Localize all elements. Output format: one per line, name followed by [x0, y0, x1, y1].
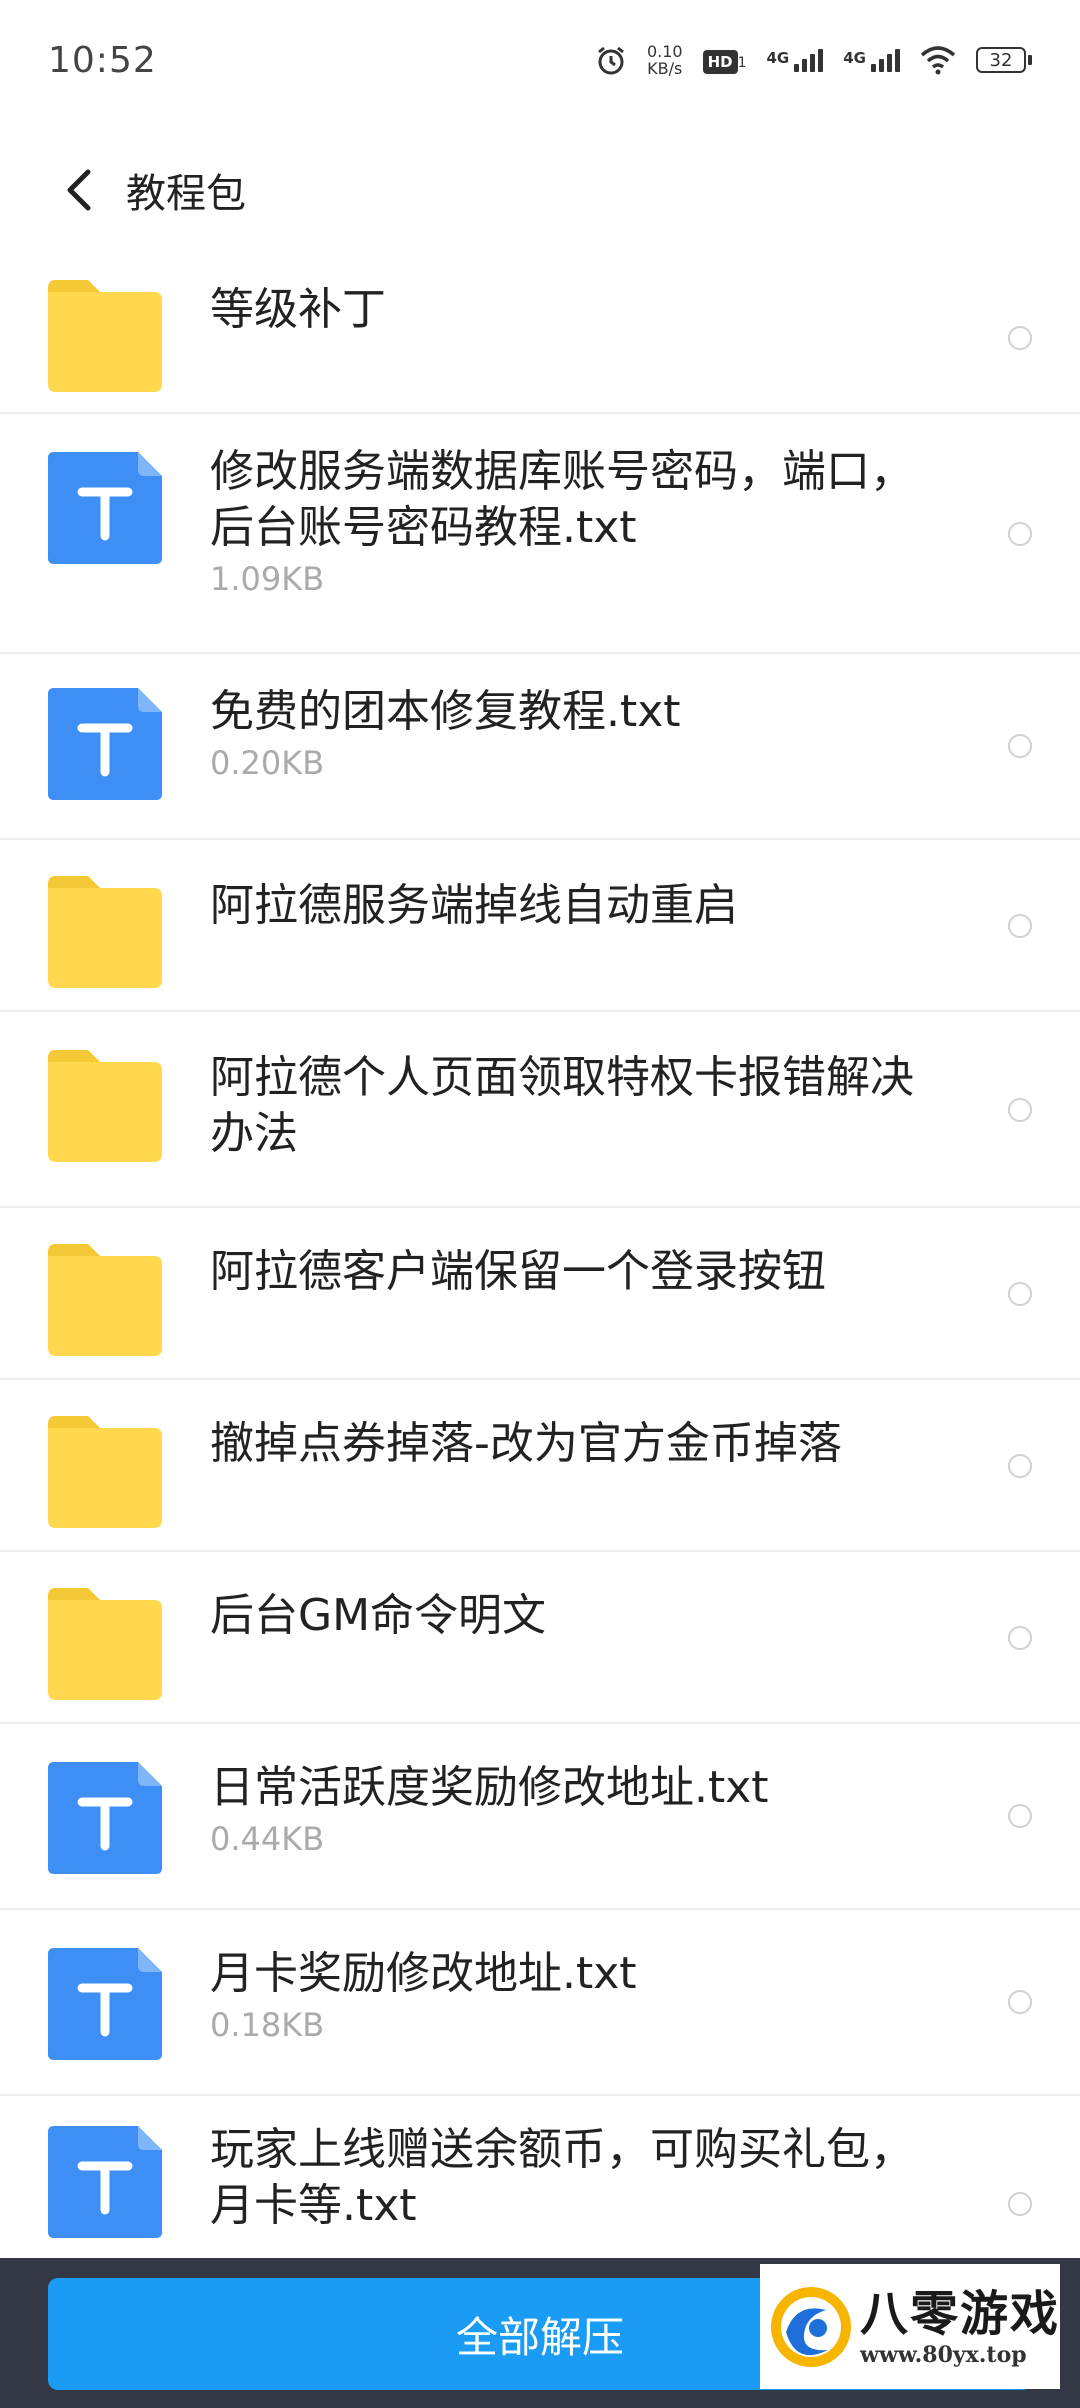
list-item-folder[interactable]: 阿拉德服务端掉线自动重启 — [0, 840, 1080, 1012]
watermark-title: 八零游戏 — [860, 2285, 1061, 2342]
file-size: 1.09KB — [210, 560, 325, 598]
file-size: 0.44KB — [210, 1820, 325, 1858]
watermark-logo-icon — [771, 2286, 851, 2367]
file-list: 等级补丁 修改服务端数据库账号密码，端口，后台账号密码教程.txt 1.09KB… — [0, 262, 1080, 2296]
file-name: 阿拉德个人页面领取特权卡报错解决办法 — [210, 1052, 914, 1159]
net-speed-unit: KB/s — [647, 59, 683, 78]
list-item-folder[interactable]: 后台GM命令明文 — [0, 1552, 1080, 1724]
status-bar: 10:52 0.10 KB/s HD 1 4G 4G 32 — [0, 0, 1080, 120]
watermark: 八零游戏 www.80yx.top — [760, 2264, 1060, 2389]
select-radio[interactable] — [1008, 1804, 1032, 1828]
txt-file-icon — [48, 1762, 162, 1874]
folder-icon — [48, 876, 162, 988]
select-radio[interactable] — [1008, 2192, 1032, 2216]
folder-icon — [48, 1050, 162, 1162]
file-name: 等级补丁 — [210, 284, 386, 335]
sim2-label: 4G — [843, 48, 866, 67]
file-name: 撤掉点券掉落-改为官方金币掉落 — [210, 1418, 842, 1469]
select-radio[interactable] — [1008, 326, 1032, 350]
list-item-folder[interactable]: 阿拉德客户端保留一个登录按钮 — [0, 1208, 1080, 1380]
signal-sim1-icon: 4G — [766, 48, 824, 72]
hd-badge: HD — [702, 50, 738, 74]
txt-file-icon — [48, 452, 162, 564]
sim1-label: 4G — [766, 48, 790, 67]
select-radio[interactable] — [1008, 522, 1032, 546]
back-arrow-icon — [67, 169, 91, 211]
file-name: 玩家上线赠送余额币，可购买礼包，月卡等.txt — [210, 2124, 914, 2231]
net-speed-value: 0.10 — [646, 42, 683, 61]
page-title: 教程包 — [126, 171, 246, 217]
watermark-url: www.80yx.top — [860, 2341, 1027, 2368]
hd-sub: 1 — [737, 55, 747, 71]
select-radio[interactable] — [1008, 1282, 1032, 1306]
folder-icon — [48, 1588, 162, 1700]
file-name: 免费的团本修复教程.txt — [210, 686, 681, 737]
list-item-file[interactable]: 修改服务端数据库账号密码，端口，后台账号密码教程.txt 1.09KB — [0, 414, 1080, 654]
back-button[interactable] — [40, 140, 120, 240]
list-item-file[interactable]: 免费的团本修复教程.txt 0.20KB — [0, 654, 1080, 840]
txt-file-icon — [48, 2126, 162, 2238]
select-radio[interactable] — [1008, 914, 1032, 938]
status-time: 10:52 — [48, 39, 157, 81]
wifi-icon — [920, 46, 956, 75]
alarm-icon — [598, 46, 624, 75]
file-name: 后台GM命令明文 — [210, 1590, 547, 1641]
status-icons: 0.10 KB/s HD 1 4G 4G 32 — [595, 43, 1032, 77]
select-radio[interactable] — [1008, 1098, 1032, 1122]
folder-icon — [48, 1416, 162, 1528]
list-item-folder[interactable]: 等级补丁 — [0, 262, 1080, 414]
list-item-file[interactable]: 日常活跃度奖励修改地址.txt 0.44KB — [0, 1724, 1080, 1910]
folder-icon — [48, 280, 162, 392]
list-item-folder[interactable]: 撤掉点券掉落-改为官方金币掉落 — [0, 1380, 1080, 1552]
file-name: 阿拉德客户端保留一个登录按钮 — [210, 1246, 826, 1297]
net-speed: 0.10 KB/s — [647, 43, 683, 77]
battery-icon: 32 — [976, 47, 1032, 73]
hd-indicator: HD 1 — [702, 48, 747, 74]
select-radio[interactable] — [1008, 1990, 1032, 2014]
header: 教程包 — [0, 130, 1080, 250]
txt-file-icon — [48, 1948, 162, 2060]
file-size: 0.18KB — [210, 2006, 325, 2044]
file-name: 日常活跃度奖励修改地址.txt — [210, 1762, 769, 1813]
battery-level: 32 — [976, 47, 1026, 73]
select-radio[interactable] — [1008, 1626, 1032, 1650]
file-name: 修改服务端数据库账号密码，端口，后台账号密码教程.txt — [210, 446, 914, 553]
file-size: 0.20KB — [210, 744, 325, 782]
list-item-file[interactable]: 月卡奖励修改地址.txt 0.18KB — [0, 1910, 1080, 2096]
txt-file-icon — [48, 688, 162, 800]
select-radio[interactable] — [1008, 734, 1032, 758]
file-name: 月卡奖励修改地址.txt — [210, 1948, 637, 1999]
file-name: 阿拉德服务端掉线自动重启 — [210, 880, 738, 931]
folder-icon — [48, 1244, 162, 1356]
signal-sim2-icon: 4G — [843, 48, 900, 72]
select-radio[interactable] — [1008, 1454, 1032, 1478]
list-item-folder[interactable]: 阿拉德个人页面领取特权卡报错解决办法 — [0, 1012, 1080, 1208]
